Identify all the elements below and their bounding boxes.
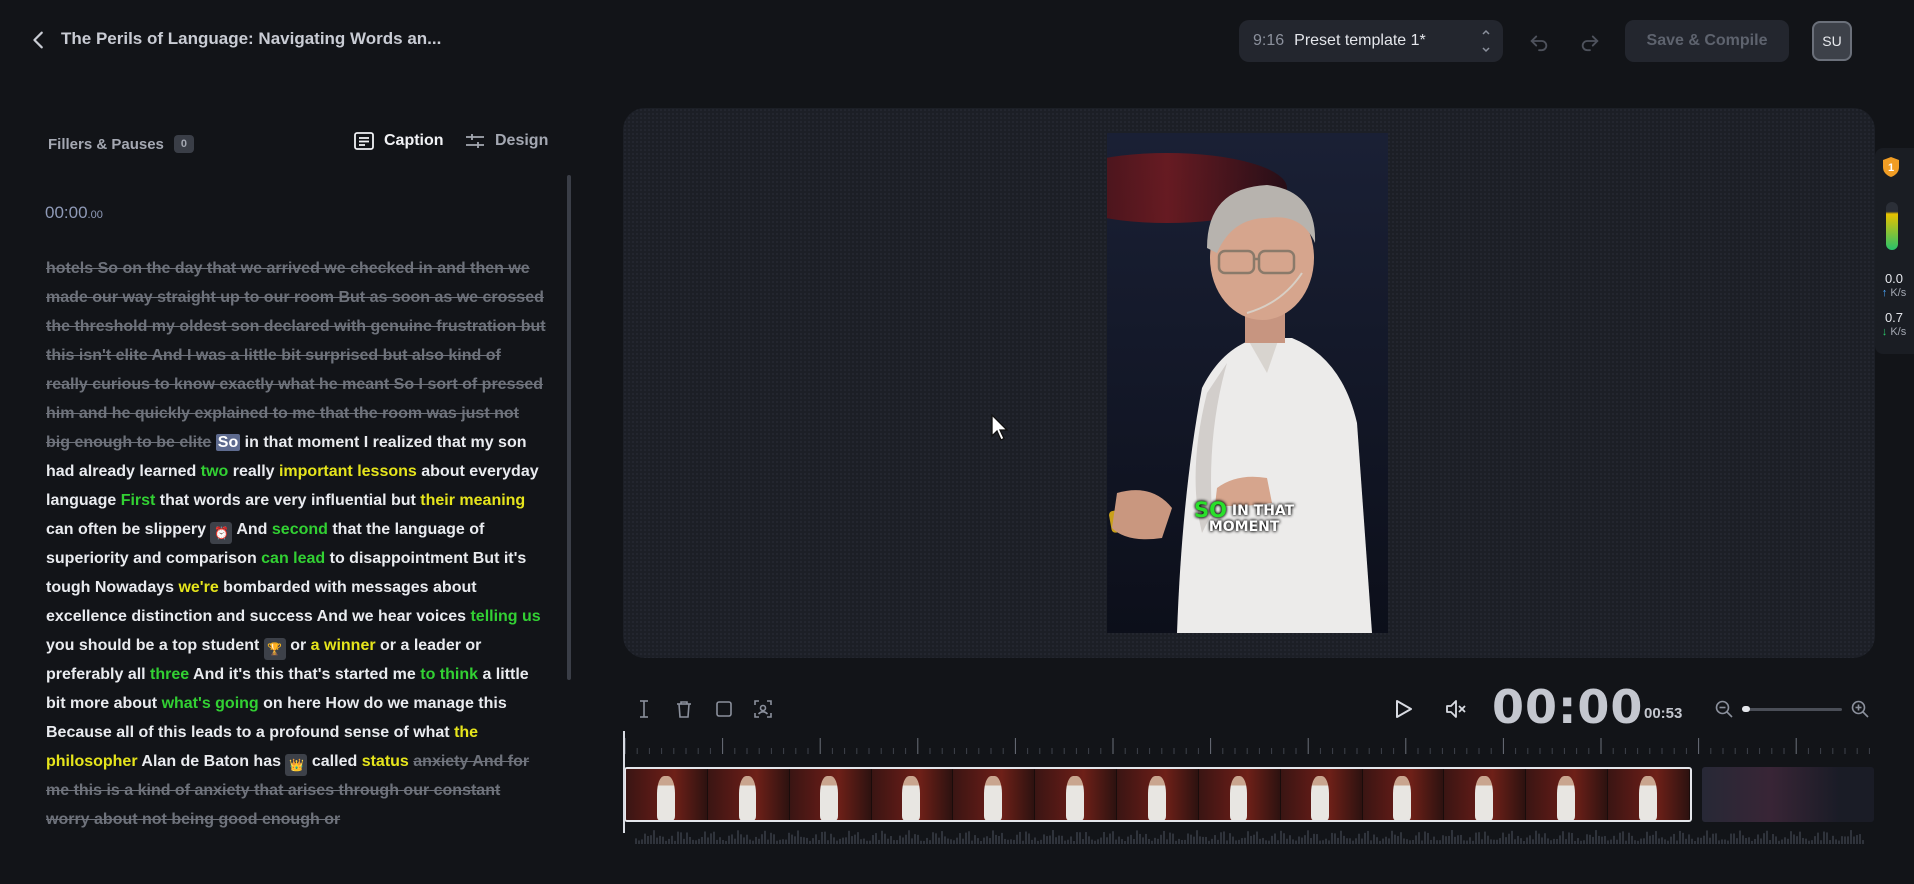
tab-caption[interactable]: Caption (354, 132, 444, 150)
download-speed: 0.7 ↓ K/s (1881, 310, 1907, 339)
transcript-word[interactable]: a winner (311, 637, 376, 654)
template-name: Preset template 1* (1294, 32, 1426, 49)
transcript-word[interactable]: that words are very influential but (155, 492, 420, 509)
caption-icon (354, 132, 374, 150)
transcript-word[interactable]: three (150, 666, 189, 683)
timeline-playhead[interactable] (623, 731, 625, 833)
clip-thumbnail (1117, 769, 1199, 820)
zoom-out-icon[interactable] (1714, 699, 1734, 719)
total-duration: 00:53 (1644, 705, 1683, 722)
transcript-word[interactable]: Alan de Baton has (138, 753, 286, 770)
clip-thumbnail (1280, 769, 1363, 820)
clip-thumbnail (1035, 769, 1118, 820)
sliders-icon (466, 134, 484, 148)
clip-thumbnail (1526, 769, 1609, 820)
emoji-tag[interactable]: 🏆 (263, 638, 286, 660)
tab-caption-label: Caption (384, 132, 444, 149)
save-compile-button[interactable]: Save & Compile (1625, 20, 1789, 62)
transcript-word[interactable]: And (232, 521, 271, 538)
delete-icon[interactable] (674, 699, 694, 719)
top-bar: The Perils of Language: Navigating Words… (0, 0, 1914, 80)
transcript-word[interactable]: telling us (470, 608, 540, 625)
undo-icon[interactable] (1528, 30, 1550, 52)
zoom-slider-handle[interactable] (1742, 706, 1750, 712)
video-clip-track[interactable] (624, 767, 1692, 822)
audio-waveform[interactable] (623, 826, 1875, 846)
transcript-word[interactable]: second (272, 521, 328, 538)
transcript-word[interactable]: can lead (261, 550, 325, 567)
fillers-pauses-label: Fillers & Pauses (48, 135, 164, 153)
fillers-count-badge: 0 (173, 135, 195, 153)
clip-thumbnail (953, 769, 1036, 820)
transcript-word[interactable]: important lessons (279, 463, 417, 480)
split-icon[interactable] (634, 699, 654, 719)
download-arrow-icon: ↓ (1881, 326, 1888, 338)
clip-thumbnail (789, 769, 872, 820)
level-meter (1886, 202, 1898, 250)
play-icon[interactable] (1392, 698, 1414, 720)
mouse-pointer-icon (991, 414, 1009, 441)
upload-speed: 0.0 ↑ K/s (1881, 271, 1907, 300)
aspect-ratio-label: 9:16 (1253, 32, 1285, 49)
transcript-word[interactable]: to think (420, 666, 478, 683)
transcript-word[interactable]: can often be slippery (46, 521, 210, 538)
project-title: The Perils of Language: Navigating Words… (61, 29, 442, 48)
trimmed-clip-track[interactable] (1702, 767, 1874, 822)
transcript-fade (40, 830, 550, 860)
transcript-word[interactable]: And it's this that's started me (189, 666, 420, 683)
clip-thumbnail (1444, 769, 1527, 820)
transcript-word[interactable]: hotels So on the day that we arrived we … (46, 260, 546, 451)
clip-thumbnail (707, 769, 790, 820)
caption-line-1: IN THAT (1231, 503, 1295, 519)
transcript-editor[interactable]: hotels So on the day that we arrived we … (46, 254, 546, 848)
segment-timecode: 00:00.00 (45, 203, 103, 222)
emoji-tag[interactable]: ⏰ (210, 522, 233, 544)
transcript-word[interactable]: First (121, 492, 156, 509)
updown-chevron-icon (1481, 28, 1491, 58)
video-preview[interactable] (1107, 133, 1388, 633)
back-arrow-icon[interactable] (28, 28, 50, 52)
transcript-word[interactable]: two (201, 463, 229, 480)
clip-thumbnail (871, 769, 954, 820)
speaker-frame-image (1107, 133, 1388, 633)
upload-arrow-icon: ↑ (1881, 287, 1888, 299)
transcript-word[interactable]: or (286, 637, 311, 654)
transcript-word[interactable]: we're (178, 579, 218, 596)
transcript-word[interactable]: really (228, 463, 279, 480)
tab-design-label: Design (495, 132, 549, 149)
redo-icon[interactable] (1579, 30, 1601, 52)
mute-icon[interactable] (1444, 698, 1468, 720)
transcript-word[interactable]: called (307, 753, 361, 770)
transcript-word[interactable]: their meaning (420, 492, 525, 509)
clip-thumbnail (1362, 769, 1445, 820)
fillers-pauses-toggle[interactable]: Fillers & Pauses 0 (48, 135, 195, 153)
shield-badge-icon[interactable]: 1 (1882, 156, 1900, 178)
transcript-scrollbar[interactable] (567, 175, 571, 680)
user-avatar[interactable]: SU (1812, 21, 1852, 61)
focus-frame-icon[interactable] (753, 699, 773, 719)
caption-overlay: SO IN THAT MOMENT (1194, 500, 1295, 536)
clip-thumbnail (626, 769, 708, 820)
svg-text:1: 1 (1888, 162, 1894, 174)
transcript-word[interactable]: you should be a top student (46, 637, 264, 654)
transcript-word[interactable]: status (362, 753, 409, 770)
stop-icon[interactable] (714, 699, 734, 719)
transcript-word[interactable]: So (215, 434, 241, 451)
emoji-tag[interactable]: 👑 (285, 754, 308, 776)
clip-thumbnail (1198, 769, 1281, 820)
transcript-word[interactable]: what's going (162, 695, 259, 712)
current-time: 00:00 (1492, 680, 1644, 734)
tab-design[interactable]: Design (465, 132, 548, 150)
clip-thumbnail (1608, 769, 1690, 820)
timeline-ruler[interactable] (623, 736, 1875, 756)
zoom-in-icon[interactable] (1850, 699, 1870, 719)
caption-line-2: MOMENT (1208, 519, 1280, 535)
template-selector[interactable]: 9:16 Preset template 1* (1239, 20, 1503, 62)
zoom-slider[interactable] (1742, 708, 1842, 711)
